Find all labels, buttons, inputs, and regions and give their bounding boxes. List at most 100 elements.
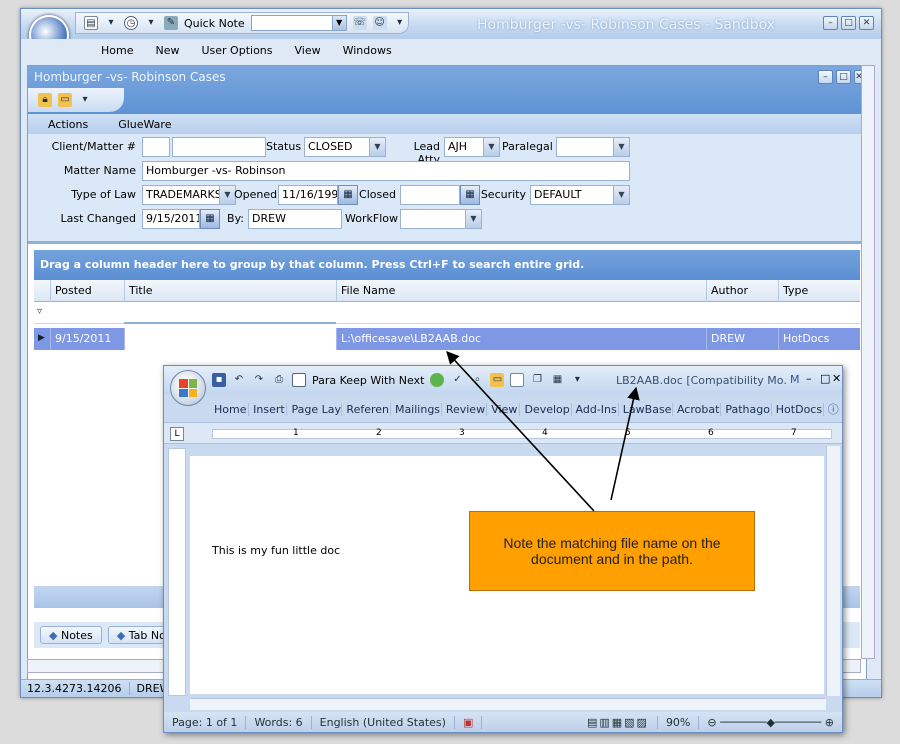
quick-note-combo[interactable]: ▼ (250, 15, 347, 31)
undo-icon[interactable]: ↶ (232, 373, 246, 387)
macro-icon[interactable]: ▣ (455, 715, 483, 729)
chevron-down-icon[interactable]: ▼ (483, 138, 499, 156)
tab-mailings[interactable]: Mailings (391, 402, 442, 416)
lead-atty-select[interactable]: AJH ▼ (444, 137, 500, 157)
open-folder-icon[interactable]: ▭ (490, 373, 505, 387)
word-count[interactable]: Words: 6 (246, 715, 312, 729)
tab-pathago[interactable]: Pathago (721, 402, 772, 416)
table-row[interactable]: ▶ 9/15/2011 L:\officesave\LB2AAB.doc DRE… (34, 328, 860, 350)
minimize-icon[interactable]: – (818, 70, 833, 84)
column-header-file-name[interactable]: File Name (336, 280, 706, 302)
view-buttons-icon[interactable]: ▤▥▦▧▨ (579, 715, 658, 729)
minimize-icon[interactable]: – (806, 372, 812, 385)
word-vertical-scrollbar[interactable] (826, 446, 840, 696)
menu-actions[interactable]: Actions (48, 118, 88, 131)
matter-number-field[interactable] (172, 137, 266, 157)
phone-icon[interactable]: ☏ (352, 16, 367, 30)
document-text[interactable]: This is my fun little doc (212, 544, 340, 557)
preview-icon[interactable]: ⌕ (470, 373, 484, 387)
chevron-down-icon[interactable]: ▾ (78, 93, 92, 107)
opened-date-field[interactable]: 11/16/1998 (278, 185, 338, 205)
copy-icon[interactable]: ❐ (530, 373, 544, 387)
menu-home[interactable]: Home (101, 44, 155, 57)
new-document-icon[interactable] (510, 373, 525, 387)
tab-hotdocs[interactable]: HotDocs (772, 402, 824, 416)
group-by-bar[interactable]: Drag a column header here to group by th… (34, 250, 860, 280)
workflow-select[interactable]: ▼ (400, 209, 482, 229)
tab-notes[interactable]: ◆ Notes (40, 626, 102, 644)
cell-title[interactable] (124, 328, 336, 350)
word-horizontal-scrollbar[interactable] (190, 698, 826, 710)
para-keep-with-next-label[interactable]: Para Keep With Next (312, 374, 424, 387)
matter-name-field[interactable]: Homburger -vs- Robinson (142, 161, 630, 181)
tab-references[interactable]: Referen (342, 402, 391, 416)
tab-view[interactable]: View (487, 402, 521, 416)
zoom-level[interactable]: 90% (658, 715, 700, 729)
by-field[interactable]: DREW (248, 209, 342, 229)
chevron-down-icon[interactable]: ▼ (369, 138, 385, 156)
grid-filter-row[interactable]: ▿ (34, 302, 860, 324)
chevron-down-icon[interactable]: ▾ (104, 16, 118, 30)
close-icon[interactable]: ✕ (859, 16, 874, 30)
last-changed-field[interactable]: 9/15/2011 (142, 209, 200, 229)
chevron-down-icon[interactable]: ▼ (219, 186, 235, 204)
maximize-icon[interactable]: □ (841, 16, 856, 30)
document-icon[interactable]: ▤ (84, 16, 98, 30)
table-icon[interactable]: ▦ (550, 373, 564, 387)
maximize-icon[interactable]: □ (820, 372, 830, 385)
calendar-icon[interactable]: ▦ (460, 185, 480, 205)
page-count[interactable]: Page: 1 of 1 (164, 715, 247, 729)
menu-windows[interactable]: Windows (343, 44, 414, 57)
tab-acrobat[interactable]: Acrobat (673, 402, 722, 416)
tab-home[interactable]: Home (210, 402, 250, 416)
print-icon[interactable]: ⎙ (272, 373, 286, 387)
chevron-down-icon[interactable]: ▾ (393, 16, 407, 30)
chevron-down-icon[interactable]: ▼ (331, 16, 346, 30)
client-field[interactable] (142, 137, 170, 157)
cell-posted[interactable]: 9/15/2011 (50, 328, 124, 350)
type-of-law-select[interactable]: TRADEMARKS ▼ (142, 185, 236, 205)
security-select[interactable]: DEFAULT ▼ (530, 185, 630, 205)
save-icon[interactable]: ▪ (212, 373, 226, 387)
vertical-ruler[interactable] (168, 448, 186, 696)
redo-icon[interactable]: ↷ (252, 373, 266, 387)
menu-view[interactable]: View (295, 44, 343, 57)
chevron-down-icon[interactable]: ▼ (465, 210, 481, 228)
vertical-scrollbar[interactable] (861, 65, 875, 659)
menu-user-options[interactable]: User Options (201, 44, 294, 57)
help-icon[interactable]: ⓘ (824, 401, 842, 417)
language[interactable]: English (United States) (312, 715, 455, 729)
closed-date-field[interactable] (400, 185, 460, 205)
column-header-author[interactable]: Author (706, 280, 778, 302)
horizontal-ruler[interactable]: L 1 2 3 4 5 6 7 (164, 422, 842, 444)
cell-author[interactable]: DREW (706, 328, 778, 350)
column-header-posted[interactable]: Posted (50, 280, 124, 302)
tab-developer[interactable]: Develop (520, 402, 572, 416)
maximize-icon[interactable]: □ (836, 70, 851, 84)
chevron-down-icon[interactable]: ▾ (144, 16, 158, 30)
lock-icon[interactable]: 🔒︎ (38, 93, 52, 107)
chevron-down-icon[interactable]: ▼ (613, 186, 629, 204)
cell-file-name[interactable]: L:\officesave\LB2AAB.doc (336, 328, 706, 350)
paralegal-select[interactable]: ▼ (556, 137, 630, 157)
filter-icon[interactable]: ▿ (37, 306, 42, 317)
checkbox-icon[interactable] (292, 373, 306, 387)
zoom-slider[interactable]: ⊖ ───────◆─────── ⊕ (699, 716, 842, 729)
green-circle-icon[interactable] (430, 373, 445, 387)
tab-review[interactable]: Review (442, 402, 488, 416)
minimize-icon[interactable]: – (823, 16, 838, 30)
tab-lawbase[interactable]: LawBase (619, 402, 673, 416)
people-icon[interactable]: ☺ (372, 16, 387, 30)
cell-type[interactable]: HotDocs (778, 328, 850, 350)
spelling-icon[interactable]: ✓ (450, 373, 464, 387)
menu-new[interactable]: New (155, 44, 201, 57)
clock-icon[interactable]: ◷ (124, 16, 138, 30)
menu-glueware[interactable]: GlueWare (118, 118, 171, 131)
calendar-icon[interactable]: ▦ (200, 209, 220, 229)
column-header-title[interactable]: Title (124, 280, 336, 302)
tab-insert[interactable]: Insert (249, 402, 288, 416)
chevron-down-icon[interactable]: ▾ (570, 373, 584, 387)
close-icon[interactable]: ✕ (832, 372, 841, 385)
calendar-icon[interactable]: ▦ (338, 185, 358, 205)
folder-icon[interactable]: ▭ (58, 93, 72, 107)
